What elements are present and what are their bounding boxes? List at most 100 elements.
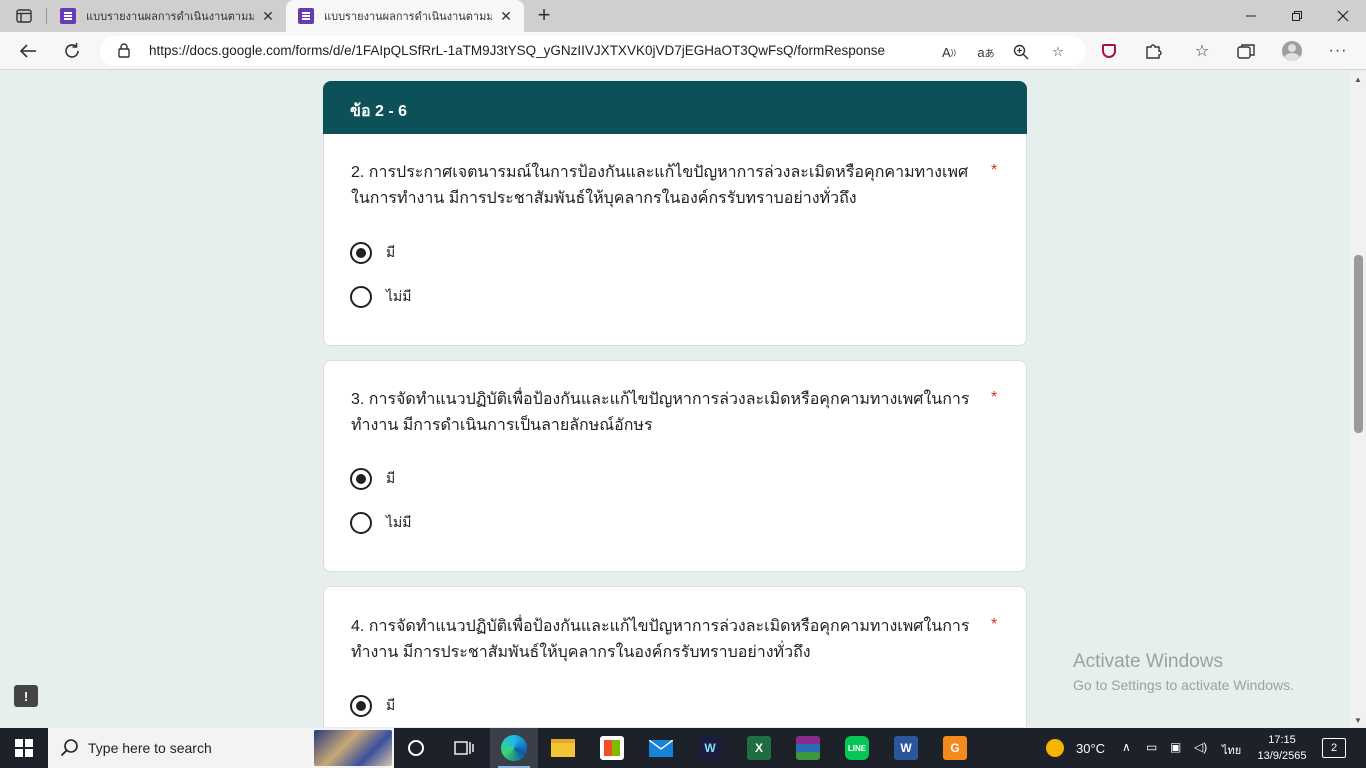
more-icon: ···	[1328, 42, 1348, 59]
favorites-button[interactable]: ☆	[1187, 36, 1217, 66]
question-card-4: 4. การจัดทำแนวปฏิบัติเพื่อป้องกันและแก้ไ…	[323, 586, 1027, 727]
cortana-icon	[408, 740, 424, 756]
url-text[interactable]: https://docs.google.com/forms/d/e/1FAIpQ…	[149, 43, 885, 58]
feedback-button[interactable]: !	[14, 685, 38, 707]
scrollbar-thumb[interactable]	[1354, 255, 1363, 433]
extension-button[interactable]	[1094, 36, 1124, 66]
tab-close-button[interactable]: ✕	[496, 8, 516, 25]
taskbar-line[interactable]: LINE	[833, 728, 881, 768]
taskbar-store[interactable]	[588, 728, 636, 768]
page-scrollbar[interactable]: ▲ ▼	[1350, 71, 1366, 727]
settings-menu-button[interactable]: ···	[1323, 36, 1353, 66]
tab-title: แบบรายงานผลการดำเนินงานตามมาต	[86, 11, 254, 23]
app-icon: G	[943, 736, 967, 760]
clock-date: 13/9/2565	[1257, 750, 1307, 762]
radio-button-selected[interactable]	[350, 468, 372, 490]
option-no[interactable]: ไม่มี	[350, 511, 412, 535]
radio-button[interactable]	[350, 286, 372, 308]
zoom-in-icon	[1013, 44, 1029, 60]
show-hidden-icons-icon[interactable]: ∧	[1122, 740, 1131, 754]
browser-toolbar: https://docs.google.com/forms/d/e/1FAIpQ…	[0, 32, 1366, 70]
taskbar-word[interactable]: W	[882, 728, 930, 768]
browser-tab-2-active[interactable]: แบบรายงานผลการดำเนินงานตามมาต ✕	[286, 0, 524, 32]
meet-now-icon[interactable]: ▭	[1146, 740, 1157, 754]
tab-title: แบบรายงานผลการดำเนินงานตามมาต	[324, 11, 492, 23]
question-title: 2. การประกาศเจตนารมณ์ในการป้องกันและแก้ไ…	[351, 164, 969, 207]
restore-button[interactable]	[1274, 0, 1320, 32]
add-favorite-icon[interactable]: ☆	[1047, 41, 1069, 63]
collections-button[interactable]	[1231, 36, 1261, 66]
taskbar-app[interactable]: G	[931, 728, 979, 768]
lock-icon[interactable]	[118, 43, 130, 58]
clock-time: 17:15	[1268, 734, 1296, 746]
avatar	[1282, 41, 1302, 61]
webex-icon: W	[698, 736, 722, 760]
windows-logo-icon	[15, 739, 33, 757]
radio-button-selected[interactable]	[350, 242, 372, 264]
input-language[interactable]: ไทย	[1222, 741, 1241, 759]
search-highlight-image[interactable]	[314, 730, 392, 766]
system-clock[interactable]: 17:15 13/9/2565	[1254, 732, 1310, 764]
store-icon	[600, 736, 624, 760]
question-card-3: 3. การจัดทำแนวปฏิบัติเพื่อป้องกันและแก้ไ…	[323, 360, 1027, 572]
tab-separator	[46, 8, 47, 24]
option-no[interactable]: ไม่มี	[350, 285, 412, 309]
cortana-button[interactable]	[392, 728, 440, 768]
extensions-button[interactable]	[1138, 36, 1168, 66]
activate-windows-watermark: Activate Windows Go to Settings to activ…	[1073, 651, 1294, 693]
browser-tab-1[interactable]: แบบรายงานผลการดำเนินงานตามมาต ✕	[46, 0, 284, 32]
new-tab-button[interactable]: +	[532, 4, 556, 28]
taskbar-file-explorer[interactable]	[539, 728, 587, 768]
taskbar-webex[interactable]: W	[686, 728, 734, 768]
section-title: ข้อ 2 - 6	[350, 103, 408, 120]
option-label: มี	[386, 697, 396, 713]
collections-icon	[1237, 44, 1255, 59]
favorites-icon: ☆	[1194, 43, 1210, 60]
tab-close-button[interactable]: ✕	[258, 8, 278, 25]
window-close-button[interactable]	[1320, 0, 1366, 32]
refresh-icon	[65, 43, 79, 58]
edge-icon	[501, 735, 527, 761]
taskbar-mail[interactable]	[637, 728, 685, 768]
taskbar-edge[interactable]	[490, 728, 538, 768]
task-view-button[interactable]	[440, 728, 488, 768]
puzzle-icon	[1146, 44, 1162, 59]
taskbar-excel[interactable]: X	[735, 728, 783, 768]
option-yes[interactable]: มี	[350, 241, 395, 265]
tab-strip: แบบรายงานผลการดำเนินงานตามมาต ✕ แบบรายงา…	[0, 0, 1366, 32]
back-button[interactable]	[13, 36, 43, 66]
line-icon: LINE	[845, 736, 869, 760]
read-aloud-icon[interactable]: A))	[938, 41, 960, 63]
restore-icon	[1292, 11, 1302, 21]
tab-actions-button[interactable]	[10, 6, 38, 26]
radio-button[interactable]	[350, 512, 372, 534]
network-icon[interactable]: ▣	[1170, 740, 1181, 754]
radio-button-selected[interactable]	[350, 695, 372, 717]
weather-sun-icon[interactable]	[1046, 739, 1064, 757]
excel-icon: X	[747, 736, 771, 760]
taskbar-search-box[interactable]: Type here to search	[48, 728, 394, 768]
scroll-down-arrow-icon[interactable]: ▼	[1354, 716, 1362, 725]
required-asterisk: *	[991, 162, 998, 179]
option-label: ไม่มี	[386, 288, 412, 304]
translate-icon[interactable]: aあ	[975, 41, 997, 63]
notification-center-button[interactable]: 2	[1322, 738, 1346, 758]
option-yes[interactable]: มี	[350, 467, 395, 491]
minimize-button[interactable]	[1228, 0, 1274, 32]
volume-icon[interactable]: ◁)	[1194, 740, 1207, 754]
address-bar[interactable]: https://docs.google.com/forms/d/e/1FAIpQ…	[100, 36, 1086, 66]
start-button[interactable]	[0, 728, 48, 768]
option-yes[interactable]: มี	[350, 694, 395, 718]
taskbar-winrar[interactable]	[784, 728, 832, 768]
search-icon	[60, 739, 78, 757]
question-card-2: 2. การประกาศเจตนารมณ์ในการป้องกันและแก้ไ…	[323, 134, 1027, 346]
watermark-title: Activate Windows	[1073, 651, 1223, 672]
question-title: 4. การจัดทำแนวปฏิบัติเพื่อป้องกันและแก้ไ…	[351, 618, 970, 661]
back-arrow-icon	[19, 44, 36, 58]
scroll-up-arrow-icon[interactable]: ▲	[1354, 75, 1362, 84]
required-asterisk: *	[991, 616, 998, 633]
zoom-icon[interactable]	[1010, 41, 1032, 63]
refresh-button[interactable]	[57, 36, 87, 66]
profile-button[interactable]	[1277, 36, 1307, 66]
weather-temp[interactable]: 30°C	[1076, 741, 1105, 756]
